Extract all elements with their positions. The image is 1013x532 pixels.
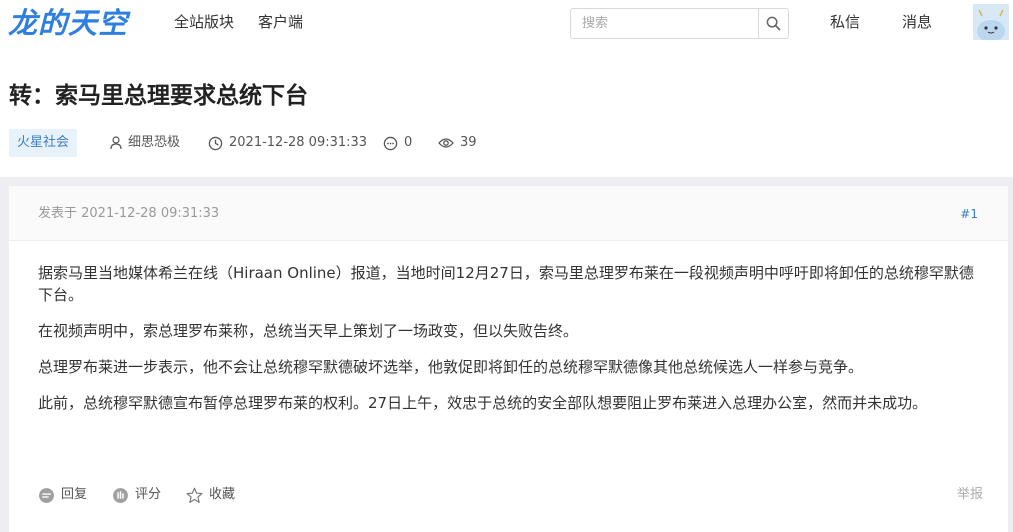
paragraph: 据索马里当地媒体希兰在线（Hiraan Online）报道，当地时间12月27日… xyxy=(38,264,974,304)
search-box xyxy=(570,8,789,39)
user-avatar[interactable] xyxy=(973,4,1009,40)
search-input[interactable] xyxy=(571,9,759,38)
reply-button[interactable]: 回复 xyxy=(38,485,87,505)
post-actions: 回复 评分 收藏 举报 xyxy=(38,485,983,505)
search-button[interactable] xyxy=(758,9,788,38)
reply-icon xyxy=(39,487,54,503)
eye-icon xyxy=(438,138,454,148)
reply-label: 回复 xyxy=(61,487,88,502)
thread-datetime: 2021-12-28 09:31:33 xyxy=(229,135,368,150)
post-header: 发表于 2021-12-28 09:31:33 #1 xyxy=(9,186,1008,241)
views-meta: 39 xyxy=(438,133,477,153)
comments-meta: 0 xyxy=(383,133,412,153)
favorite-label: 收藏 xyxy=(209,487,236,502)
post-timestamp: 发表于 2021-12-28 09:31:33 xyxy=(38,206,220,221)
paragraph: 在视频声明中，索总理罗布莱称，总统当天早上策划了一场政变，但以失败告终。 xyxy=(38,322,579,340)
floor-number[interactable]: #1 xyxy=(960,206,978,222)
author-name: 细思恐极 xyxy=(128,135,181,150)
rate-label: 评分 xyxy=(135,487,162,502)
star-icon xyxy=(186,487,203,503)
avatar-image xyxy=(973,4,1009,40)
search-icon xyxy=(766,16,781,31)
rate-icon xyxy=(113,487,128,503)
author-meta[interactable]: 细思恐极 xyxy=(110,133,180,153)
view-count: 39 xyxy=(460,135,477,150)
user-icon xyxy=(110,136,122,150)
post-content: 据索马里当地媒体希兰在线（Hiraan Online）报道，当地时间12月27日… xyxy=(38,262,978,428)
nav-client[interactable]: 客户端 xyxy=(258,12,303,32)
top-header: 龙的天空 全站版块 客户端 私信 消息 xyxy=(0,0,1013,46)
datetime-meta: 2021-12-28 09:31:33 xyxy=(208,133,367,153)
thread-title: 转：索马里总理要求总统下台 xyxy=(9,83,308,109)
nav-all-boards[interactable]: 全站版块 xyxy=(174,12,234,32)
notifications-link[interactable]: 消息 xyxy=(902,12,932,32)
paragraph: 此前，总统穆罕默德宣布暂停总理罗布莱的权利。27日上午，效忠于总统的安全部队想要… xyxy=(38,394,928,412)
comment-count: 0 xyxy=(404,135,413,150)
report-link[interactable]: 举报 xyxy=(957,485,983,505)
post-card: 发表于 2021-12-28 09:31:33 #1 据索马里当地媒体希兰在线（… xyxy=(9,186,1008,532)
comment-icon xyxy=(383,136,398,150)
site-logo[interactable]: 龙的天空 xyxy=(8,6,128,40)
rate-button[interactable]: 评分 xyxy=(112,485,161,505)
favorite-button[interactable]: 收藏 xyxy=(186,485,235,505)
board-tag[interactable]: 火星社会 xyxy=(9,129,78,157)
private-message-link[interactable]: 私信 xyxy=(830,12,860,32)
clock-icon xyxy=(208,136,223,150)
paragraph: 总理罗布莱进一步表示，他不会让总统穆罕默德破坏选举，他敦促即将卸任的总统穆罕默德… xyxy=(38,358,864,376)
